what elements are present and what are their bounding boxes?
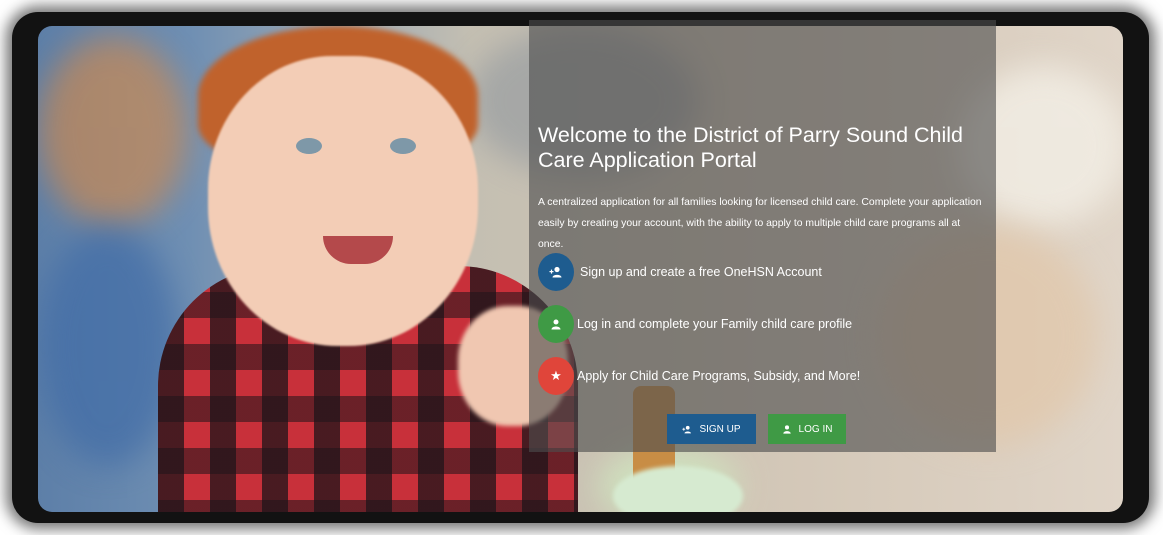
step-label: Apply for Child Care Programs, Subsidy, … (577, 369, 861, 383)
user-icon (782, 424, 791, 434)
portal-description: A centralized application for all famili… (538, 197, 982, 250)
log-in-button[interactable]: LOG IN (768, 414, 846, 444)
user-icon (538, 305, 574, 343)
add-user-icon-glyph (549, 266, 562, 278)
log-in-label: LOG IN (798, 423, 833, 435)
welcome-panel: Welcome to the District of Parry Sound C… (529, 20, 996, 452)
sign-up-label: SIGN UP (699, 423, 741, 435)
sign-up-button[interactable]: SIGN UP (667, 414, 756, 444)
add-user-icon (538, 253, 574, 291)
step-label: Log in and complete your Family child ca… (577, 317, 853, 331)
child-eye (390, 138, 416, 154)
user-icon-glyph (551, 319, 561, 329)
star-icon-glyph: ★ (550, 368, 562, 384)
portal-title: Welcome to the District of Parry Sound C… (538, 123, 963, 172)
star-icon: ★ (538, 357, 574, 395)
child-eye (296, 138, 322, 154)
step-label: Sign up and create a free OneHSN Account (580, 265, 822, 279)
add-user-icon (682, 425, 692, 433)
child-face (208, 56, 478, 346)
